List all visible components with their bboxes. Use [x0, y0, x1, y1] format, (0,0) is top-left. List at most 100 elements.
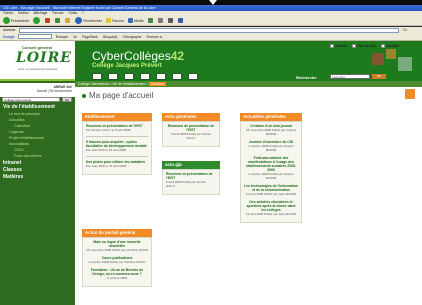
news-meta: 3 octobre 2008 Publié par Christine RIVA… — [88, 260, 146, 264]
tool-icon[interactable] — [108, 73, 118, 80]
back-arrow-icon — [3, 17, 10, 24]
header-decoration — [386, 49, 396, 59]
news-item[interactable]: Réunions de présentation de l'EIST Par S… — [86, 124, 148, 132]
nav-section-classes[interactable]: Classes — [3, 167, 22, 173]
stop-button[interactable] — [45, 18, 51, 23]
site-search-input[interactable]: mots-clés — [330, 74, 370, 79]
menu-item-outils[interactable]: Outils — [68, 11, 77, 15]
news-title[interactable]: 5 faisons pour acquérir ; option faculta… — [86, 140, 148, 148]
nav-item[interactable]: Actualités — [9, 118, 25, 122]
mail-button[interactable] — [157, 18, 164, 23]
google-search-input[interactable] — [17, 34, 52, 39]
news-item[interactable]: Cours publications 3 octobre 2008 Publié… — [86, 256, 148, 264]
news-item[interactable]: Des pistes pour utiliser les cartables P… — [86, 160, 148, 168]
news-item[interactable]: Formation : Un an de Brevets de Design, … — [86, 268, 148, 280]
breadcrumb-path[interactable]: Collège Clermontois > Vie de l'établisse… — [78, 82, 148, 86]
top-link-label: Plan du site — [357, 44, 377, 48]
nav-item[interactable]: L'agenda — [9, 130, 24, 134]
nav-section-matieres[interactable]: Matières — [3, 174, 23, 180]
nav-item[interactable]: Calendrier — [14, 124, 31, 128]
nav-item[interactable]: Foyer des élèves — [14, 154, 41, 158]
news-title[interactable]: Réunions de présentation de l'EIST — [166, 172, 216, 180]
nav-section-intranet[interactable]: Intranet — [3, 160, 21, 166]
news-meta: 14 avril 2008 Publié par Jean MAYER — [245, 212, 297, 216]
loire-logo[interactable]: Conseil général LOIRE Loire, un départem… — [0, 41, 75, 81]
breadcrumb-current: Services — [149, 82, 167, 86]
news-title[interactable]: Formation : Un an de Brevets de Design, … — [86, 268, 148, 276]
top-link-contact[interactable]: Contact — [381, 44, 399, 48]
column-body: Réunions de présentation de l'EIST Par S… — [82, 121, 152, 175]
nav-item[interactable]: Associations — [9, 142, 29, 146]
user-links[interactable]: Accueil | Se déconnecter — [37, 89, 72, 93]
home-button[interactable] — [65, 18, 71, 23]
news-title[interactable]: Mais ou logue d'une nouvelle newsletter — [86, 240, 148, 248]
etab-ok-button[interactable]: OK — [62, 97, 72, 102]
header-icon-row — [92, 73, 204, 80]
tool-icon[interactable] — [140, 73, 150, 80]
google-item[interactable]: Bloqué(s) — [103, 35, 118, 39]
news-title[interactable]: Petit-ado-nalaisie des manifestations à … — [244, 156, 298, 172]
column-header: Actualités générales — [240, 113, 302, 121]
top-link-accueil[interactable]: Accueil — [330, 44, 347, 48]
news-item[interactable]: Mais ou logue d'une nouvelle newsletter … — [86, 240, 148, 252]
menu-item-edition[interactable]: Edition — [18, 11, 28, 15]
tool-icon[interactable] — [124, 73, 134, 80]
news-title[interactable]: Réunions de présentation de l'EIST — [166, 124, 216, 132]
news-item[interactable]: Des activités éducatives et sportives ap… — [244, 200, 298, 216]
tool-icon[interactable] — [156, 73, 166, 80]
news-item[interactable]: 5 faisons pour acquérir ; option faculta… — [86, 140, 148, 152]
google-item[interactable]: PageRank — [82, 35, 98, 39]
tool-icon[interactable] — [92, 73, 102, 80]
search-label: Recherche — [296, 75, 317, 80]
tool-icon[interactable] — [172, 73, 182, 80]
news-title[interactable]: Des activités éducatives et sportives ap… — [244, 200, 298, 212]
site-search-button[interactable]: OK — [372, 74, 386, 79]
site-title[interactable]: CyberCollèges42 — [92, 49, 184, 63]
news-item[interactable]: Création d'un club journal 28 novembre 2… — [244, 124, 298, 136]
news-meta: 2 octobre 2008 Publié par Virginie MASSÉ — [248, 172, 294, 180]
rss-icon[interactable] — [405, 89, 415, 99]
site-title-number: 42 — [170, 49, 185, 63]
news-item[interactable]: Petit-ado-nalaisie des manifestations à … — [244, 156, 298, 180]
media-icon — [127, 18, 133, 23]
google-item[interactable]: Orthographe — [123, 35, 142, 39]
column-actu-gip: actu gip Réunions de présentation de l'E… — [162, 161, 220, 195]
nav-item[interactable]: CESC — [14, 148, 24, 152]
go-button[interactable]: OK — [402, 28, 407, 32]
search-button[interactable]: Rechercher — [75, 17, 102, 24]
back-button[interactable]: Précédente — [3, 17, 29, 24]
news-item[interactable]: Réunions de présentation de l'EIST 5 avr… — [166, 124, 216, 140]
history-button[interactable] — [147, 18, 154, 23]
google-item[interactable]: Envoyer à — [147, 35, 162, 39]
print-button[interactable] — [167, 18, 174, 23]
google-toolbar: Google Envoyer Vu PageRank Bloqué(s) Ort… — [0, 33, 422, 41]
favorites-button[interactable]: Favoris — [105, 18, 124, 23]
news-item[interactable]: Les technologies de l'information et de … — [244, 184, 298, 196]
forward-button[interactable] — [33, 17, 41, 24]
nav-item[interactable]: Le mot du principal — [9, 112, 39, 116]
refresh-button[interactable] — [55, 18, 61, 23]
mail-icon — [381, 44, 386, 48]
news-item[interactable]: Réunions de présentation de l'EIST 5 avr… — [166, 172, 216, 188]
nav-item[interactable]: Projet d'établissement — [9, 136, 44, 140]
google-item[interactable]: Vu — [73, 35, 77, 39]
menu-item-help[interactable]: ? — [82, 11, 84, 15]
home-icon — [65, 18, 71, 23]
menu-item-affichage[interactable]: Affichage — [33, 11, 47, 15]
top-link-plan[interactable]: Plan du site — [352, 44, 376, 48]
tool-icon[interactable] — [188, 73, 198, 80]
etab-select[interactable]: Collège Clermontois — [2, 97, 60, 102]
divider — [86, 136, 148, 137]
nav-section-vie[interactable]: Vie de l'établissement — [3, 104, 55, 110]
menu-item-fichier[interactable]: Fichier — [3, 11, 13, 15]
history-icon — [147, 18, 153, 23]
news-title[interactable]: Les technologies de l'information et de … — [244, 184, 298, 192]
media-button[interactable]: Média — [127, 18, 144, 23]
stop-icon — [45, 18, 51, 23]
site-title-text: CyberCollèges — [92, 49, 171, 63]
address-input[interactable] — [19, 27, 400, 33]
menu-item-favoris[interactable]: Favoris — [52, 11, 63, 15]
edit-button[interactable] — [177, 18, 184, 23]
news-item[interactable]: Journée d'ouverture du CDI 2 octobre 200… — [244, 140, 298, 152]
google-item[interactable]: Envoyer — [56, 35, 68, 39]
